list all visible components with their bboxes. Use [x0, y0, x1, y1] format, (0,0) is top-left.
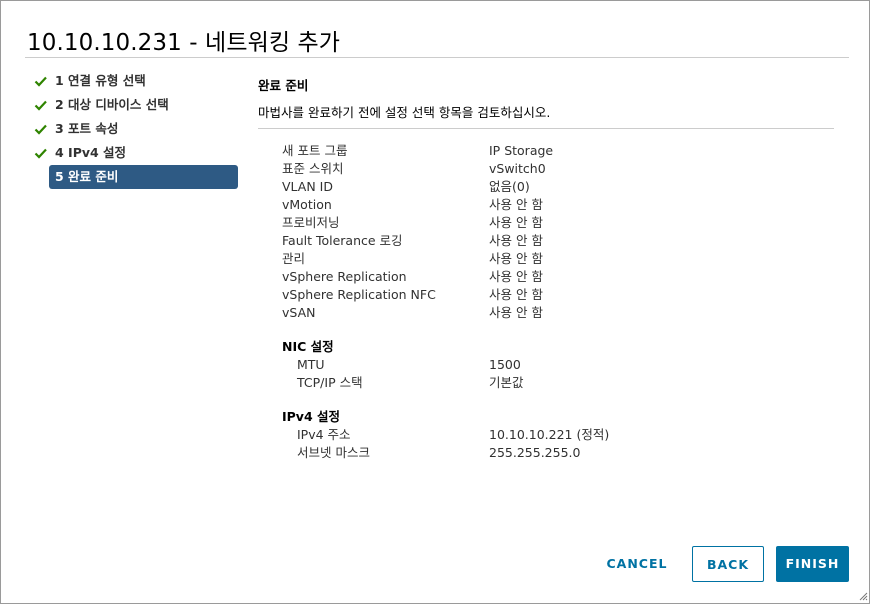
summary-key: VLAN ID — [282, 179, 333, 194]
summary-key: 표준 스위치 — [282, 161, 344, 176]
finish-button[interactable]: FINISH — [776, 546, 849, 582]
step-content: 완료 준비 마법사를 완료하기 전에 설정 선택 항목을 검토하십시오. — [258, 69, 834, 129]
step-ready-to-complete[interactable]: 5 완료 준비 — [49, 165, 238, 189]
summary-key: Fault Tolerance 로깅 — [282, 233, 403, 248]
summary-row-replication: vSphere Replication 사용 안 함 — [282, 268, 782, 286]
summary-key: IPv4 주소 — [297, 427, 351, 442]
cancel-button[interactable]: CANCEL — [597, 546, 677, 582]
summary-value: vSwitch0 — [489, 161, 546, 176]
summary-row-subnet-mask: 서브넷 마스크 255.255.255.0 — [282, 444, 782, 462]
summary-row-vlan: VLAN ID 없음(0) — [282, 178, 782, 196]
summary-row-mtu: MTU 1500 — [282, 356, 782, 374]
summary-value: 없음(0) — [489, 179, 530, 194]
summary-row-provisioning: 프로비저닝 사용 안 함 — [282, 214, 782, 232]
summary-row-fault-tolerance: Fault Tolerance 로깅 사용 안 함 — [282, 232, 782, 250]
summary-key: 관리 — [282, 251, 306, 266]
step-label: 2 대상 디바이스 선택 — [55, 97, 169, 112]
summary-value: 사용 안 함 — [489, 287, 543, 302]
summary-row-switch: 표준 스위치 vSwitch0 — [282, 160, 782, 178]
summary-key: vSphere Replication — [282, 269, 407, 284]
dialog-title: 10.10.10.231 - 네트워킹 추가 — [27, 30, 341, 56]
check-icon — [34, 148, 47, 159]
check-icon — [34, 100, 47, 111]
content-title: 완료 준비 — [258, 78, 309, 93]
summary-key: vMotion — [282, 197, 332, 212]
step-ipv4-settings[interactable]: 4 IPv4 설정 — [29, 141, 241, 165]
step-label: 1 연결 유형 선택 — [55, 73, 146, 88]
summary-value: 255.255.255.0 — [489, 445, 581, 460]
summary-value: 기본값 — [489, 375, 524, 390]
summary-row-tcpip-stack: TCP/IP 스택 기본값 — [282, 374, 782, 392]
check-icon — [34, 76, 47, 87]
summary-key: MTU — [297, 357, 325, 372]
summary-row-vsan: vSAN 사용 안 함 — [282, 304, 782, 322]
summary-row-replication-nfc: vSphere Replication NFC 사용 안 함 — [282, 286, 782, 304]
summary-key: TCP/IP 스택 — [297, 375, 363, 390]
summary-value: 10.10.10.221 (정적) — [489, 427, 610, 442]
summary-value: 사용 안 함 — [489, 197, 543, 212]
wizard-steps: 1 연결 유형 선택 2 대상 디바이스 선택 3 포트 속성 4 IPv4 설… — [29, 69, 241, 189]
summary-value: 사용 안 함 — [489, 233, 543, 248]
ipv4-settings-title: IPv4 설정 — [282, 409, 341, 424]
summary-value: 사용 안 함 — [489, 215, 543, 230]
check-icon — [34, 124, 47, 135]
summary-key: 새 포트 그룹 — [282, 143, 348, 158]
add-networking-dialog: 10.10.10.231 - 네트워킹 추가 1 연결 유형 선택 2 대상 디… — [0, 0, 870, 604]
summary-row-management: 관리 사용 안 함 — [282, 250, 782, 268]
summary-row-vmotion: vMotion 사용 안 함 — [282, 196, 782, 214]
step-label: 4 IPv4 설정 — [55, 145, 127, 160]
summary-value: 1500 — [489, 357, 521, 372]
summary-value: 사용 안 함 — [489, 251, 543, 266]
summary-value: 사용 안 함 — [489, 269, 543, 284]
step-label: 5 완료 준비 — [55, 169, 119, 184]
summary-key: vSphere Replication NFC — [282, 287, 436, 302]
content-description: 마법사를 완료하기 전에 설정 선택 항목을 검토하십시오. — [258, 105, 551, 120]
step-target-device[interactable]: 2 대상 디바이스 선택 — [29, 93, 241, 117]
summary-key: 프로비저닝 — [282, 215, 340, 230]
step-label: 3 포트 속성 — [55, 121, 119, 136]
step-port-properties[interactable]: 3 포트 속성 — [29, 117, 241, 141]
title-divider — [25, 57, 849, 58]
summary-row-port-group: 새 포트 그룹 IP Storage — [282, 142, 782, 160]
content-divider — [258, 128, 834, 129]
resize-grip-icon[interactable] — [858, 591, 868, 601]
summary-panel: 새 포트 그룹 IP Storage 표준 스위치 vSwitch0 VLAN … — [282, 142, 782, 462]
back-button[interactable]: BACK — [692, 546, 764, 582]
summary-key: vSAN — [282, 305, 316, 320]
summary-key: 서브넷 마스크 — [297, 445, 370, 460]
summary-row-ipv4-address: IPv4 주소 10.10.10.221 (정적) — [282, 426, 782, 444]
summary-value: 사용 안 함 — [489, 305, 543, 320]
nic-settings-title: NIC 설정 — [282, 339, 334, 354]
step-connection-type[interactable]: 1 연결 유형 선택 — [29, 69, 241, 93]
summary-value: IP Storage — [489, 143, 554, 158]
